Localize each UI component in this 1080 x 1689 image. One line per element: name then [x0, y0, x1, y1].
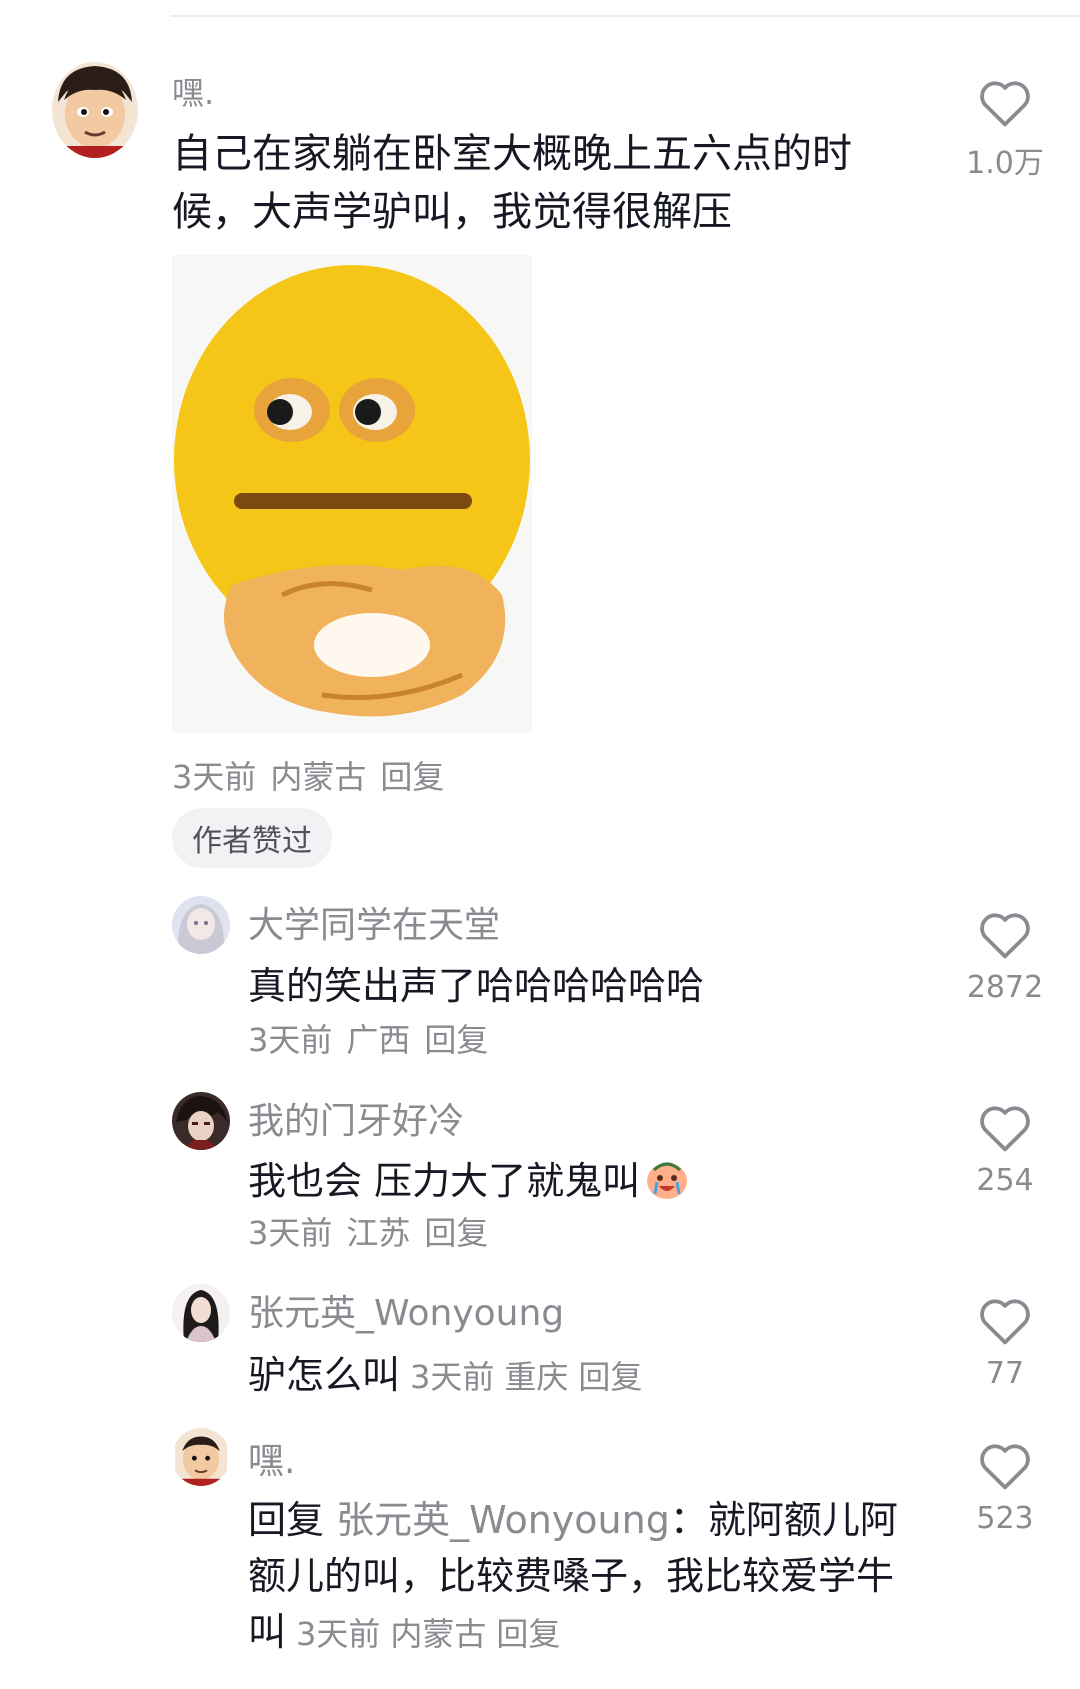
- like-button[interactable]: 2872: [950, 910, 1060, 1005]
- avatar[interactable]: [52, 62, 138, 158]
- reply-button[interactable]: 回复: [380, 758, 444, 796]
- reply-button[interactable]: 回复: [424, 1021, 488, 1059]
- like-count: 254: [976, 1163, 1034, 1198]
- cartoon-face-avatar-icon: [175, 1428, 227, 1486]
- heart-icon: [980, 1444, 1030, 1490]
- comment-time: 3天前: [296, 1615, 381, 1653]
- comment-location: 内蒙古: [270, 758, 367, 796]
- like-button[interactable]: 254: [950, 1103, 1060, 1198]
- reply-button[interactable]: 回复: [496, 1615, 560, 1653]
- like-count: 1.0万: [966, 146, 1044, 181]
- author-liked-badge: 作者赞过: [172, 808, 332, 868]
- yellow-emoji-ok-hand-sticker-icon: [174, 265, 530, 717]
- reply-colon: ：: [669, 1498, 708, 1542]
- heart-icon: [980, 913, 1030, 959]
- comment-location: 重庆: [504, 1358, 569, 1396]
- girl-photo-avatar-icon: [172, 1284, 230, 1342]
- comment-meta: 3天前 内蒙古 回复: [172, 752, 444, 798]
- comment-time: 3天前: [172, 758, 257, 796]
- anime-girl-avatar-icon: [172, 896, 230, 954]
- reply-button[interactable]: 回复: [578, 1358, 642, 1396]
- comment-text: 真的笑出声了哈哈哈哈哈哈: [248, 964, 705, 1008]
- heart-icon: [980, 81, 1030, 127]
- comment-author[interactable]: 大学同学在天堂: [248, 896, 500, 948]
- sticker-image[interactable]: [172, 255, 532, 733]
- top-divider: [170, 15, 1080, 17]
- reply-button[interactable]: 回复: [424, 1214, 488, 1252]
- comment-location: 江苏: [346, 1214, 411, 1252]
- comment-text-content: 驴怎么叫: [248, 1353, 401, 1397]
- like-count: 77: [985, 1356, 1025, 1391]
- avatar[interactable]: [172, 1284, 230, 1342]
- like-button[interactable]: 523: [950, 1441, 1060, 1536]
- comment-author[interactable]: 我的门牙好冷: [248, 1092, 464, 1144]
- comment-text: 我也会 压力大了就鬼叫: [248, 1150, 690, 1205]
- comment-time: 3天前: [410, 1358, 495, 1396]
- comment-meta: 3天前 内蒙古 回复: [296, 1615, 570, 1653]
- comment-text-content: 我也会 压力大了就鬼叫: [248, 1159, 641, 1203]
- comment-time: 3天前: [248, 1021, 333, 1059]
- comment-location: 广西: [346, 1021, 411, 1059]
- heart-icon: [980, 1299, 1030, 1345]
- comment-text: 自己在家躺在卧室大概晚上五六点的时候，大声学驴叫，我觉得很解压: [172, 131, 852, 235]
- like-button[interactable]: 77: [950, 1296, 1060, 1391]
- comment-meta: 3天前 江苏 回复: [248, 1208, 488, 1254]
- like-count: 523: [976, 1501, 1034, 1536]
- comment-time: 3天前: [248, 1214, 333, 1252]
- like-button[interactable]: 1.0万: [950, 78, 1060, 182]
- like-count: 2872: [966, 970, 1044, 1005]
- reply-to-user[interactable]: 张元英_Wonyoung: [336, 1498, 670, 1542]
- comment-text: 回复 张元英_Wonyoung：就阿额儿阿额儿的叫，比较费嗓子，我比较爱学牛叫 3…: [248, 1492, 928, 1662]
- comment-meta: 3天前 重庆 回复: [410, 1358, 652, 1396]
- dark-anime-avatar-icon: [172, 1092, 230, 1150]
- avatar[interactable]: [172, 896, 230, 954]
- comment-text: 驴怎么叫 3天前 重庆 回复: [248, 1344, 652, 1399]
- comment-author[interactable]: 张元英_Wonyoung: [248, 1284, 564, 1336]
- crying-emoji-icon: [647, 1162, 688, 1199]
- comment-author[interactable]: 嘿.: [172, 68, 214, 114]
- comment-author[interactable]: 嘿.: [248, 1432, 295, 1484]
- heart-icon: [980, 1106, 1030, 1152]
- reply-prefix: 回复: [248, 1498, 325, 1542]
- cartoon-face-avatar-icon: [52, 62, 138, 158]
- comment-location: 内蒙古: [390, 1615, 487, 1653]
- comment-meta: 3天前 广西 回复: [248, 1015, 488, 1061]
- avatar[interactable]: [172, 1428, 230, 1486]
- avatar[interactable]: [172, 1092, 230, 1150]
